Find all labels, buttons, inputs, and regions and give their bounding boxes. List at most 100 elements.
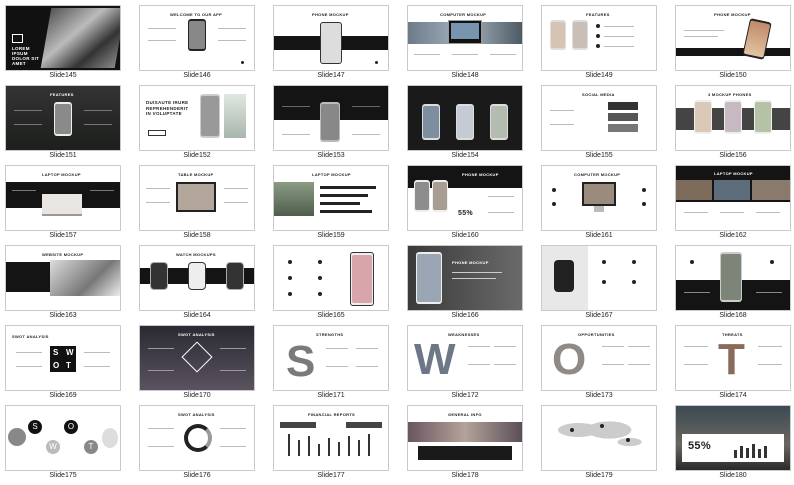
swot-circle-t: T — [84, 440, 98, 454]
slide-preview: COMPUTER MOCKUP — [541, 165, 657, 231]
slide-thumbnail[interactable]: 55% Slide180 — [675, 405, 791, 485]
slide-thumbnail[interactable]: COMPUTER MOCKUP Slide161 — [541, 165, 657, 245]
slide-label: Slide156 — [719, 152, 747, 159]
slide-title: SWOT ANALYSIS — [12, 334, 49, 339]
slide-preview: SWOT ANALYSIS — [139, 405, 255, 471]
slide-thumbnail[interactable]: PHONE MOCKUP Slide150 — [675, 5, 791, 85]
slide-thumbnail[interactable]: SWOT ANALYSIS S W O T Slide169 — [5, 325, 121, 405]
slide-thumbnail[interactable]: WELCOME TO OUR APP Slide146 — [139, 5, 255, 85]
swot-circle-w: W — [46, 440, 60, 454]
slide-thumbnail[interactable]: WEAKNESSES W Slide172 — [407, 325, 523, 405]
slide-thumbnail[interactable]: PHONE MOCKUP 55% Slide160 — [407, 165, 523, 245]
slide-thumbnail[interactable]: GENERAL INFO Slide178 — [407, 405, 523, 485]
slide-label: Slide164 — [183, 312, 211, 319]
slide-preview: LAPTOP MOCKUP — [273, 165, 389, 231]
slide-label: Slide177 — [317, 472, 345, 479]
slide-thumbnail[interactable]: STRENGTHS S Slide171 — [273, 325, 389, 405]
slide-label: Slide149 — [585, 72, 613, 79]
slide-preview: SWOT ANALYSIS — [139, 325, 255, 391]
slide-title: PHONE MOCKUP — [452, 260, 489, 265]
slide-title: SOCIAL MEDIA — [582, 92, 615, 97]
swot-w: W — [66, 348, 74, 357]
slide-thumbnail[interactable]: DUISAUTE IRURE REPREHENDERIT IN VOLUPTAT… — [139, 85, 255, 165]
slide-label: Slide151 — [49, 152, 77, 159]
slide-thumbnail[interactable]: SWOT ANALYSIS Slide170 — [139, 325, 255, 405]
slide-preview: SOCIAL MEDIA — [541, 85, 657, 151]
slide-title: SWOT ANALYSIS — [178, 412, 215, 417]
slide-thumbnail[interactable]: Slide154 — [407, 85, 523, 165]
slide-label: Slide179 — [585, 472, 613, 479]
slide-title: TABLE MOCKUP — [178, 172, 214, 177]
slide-label: Slide158 — [183, 232, 211, 239]
slide-title: FINANCIAL REPORTS — [308, 412, 356, 417]
slide-preview: TABLE MOCKUP — [139, 165, 255, 231]
slide-thumbnail[interactable]: SWOT ANALYSIS Slide176 — [139, 405, 255, 485]
slide-thumbnail[interactable]: FEATURES Slide151 — [5, 85, 121, 165]
slide-thumbnail[interactable]: Slide179 — [541, 405, 657, 485]
slide-preview: COMPUTER MOCKUP — [407, 5, 523, 71]
slide-title: LAPTOP MOCKUP — [312, 172, 351, 177]
slide-label: Slide172 — [451, 392, 479, 399]
slide-label: Slide166 — [451, 312, 479, 319]
slide-thumbnail[interactable]: LAPTOP MOCKUP Slide162 — [675, 165, 791, 245]
slide-thumbnail[interactable]: LAPTOP MOCKUP Slide157 — [5, 165, 121, 245]
slide-thumbnail[interactable]: COMPUTER MOCKUP Slide148 — [407, 5, 523, 85]
slide-thumbnail[interactable]: WEBSITE MOCKUP Slide163 — [5, 245, 121, 325]
slide-preview: LAPTOP MOCKUP — [675, 165, 791, 231]
slide-title: LOREM IPSUM DOLOR SIT AMET — [12, 46, 40, 66]
slide-label: Slide178 — [451, 472, 479, 479]
slide-thumbnail[interactable]: LOREM IPSUM DOLOR SIT AMET Slide145 — [5, 5, 121, 85]
slide-preview: OPPORTUNITIES O — [541, 325, 657, 391]
slide-thumbnail[interactable]: 3 MOCKUP PHONES Slide156 — [675, 85, 791, 165]
slide-preview: THREATS T — [675, 325, 791, 391]
big-letter-t: T — [718, 335, 745, 384]
slide-preview: WATCH MOCKUPS — [139, 245, 255, 311]
slide-title: STRENGTHS — [316, 332, 344, 337]
slide-label: Slide162 — [719, 232, 747, 239]
slide-thumbnail[interactable]: PHONE MOCKUP Slide166 — [407, 245, 523, 325]
slide-preview: 55% — [675, 405, 791, 471]
slide-preview — [675, 245, 791, 311]
swot-circle-o: O — [64, 420, 78, 434]
slide-preview: DUISAUTE IRURE REPREHENDERIT IN VOLUPTAT… — [139, 85, 255, 151]
slide-thumbnail[interactable]: Slide165 — [273, 245, 389, 325]
slide-title: COMPUTER MOCKUP — [574, 172, 621, 177]
slide-preview: WEAKNESSES W — [407, 325, 523, 391]
slide-thumbnail[interactable]: S O W T Slide175 — [5, 405, 121, 485]
slide-thumbnail[interactable]: LAPTOP MOCKUP Slide159 — [273, 165, 389, 245]
slide-thumbnail[interactable]: Slide168 — [675, 245, 791, 325]
slide-preview: PHONE MOCKUP — [407, 245, 523, 311]
slide-thumbnail[interactable]: WATCH MOCKUPS Slide164 — [139, 245, 255, 325]
slide-label: Slide146 — [183, 72, 211, 79]
slide-preview: FEATURES — [541, 5, 657, 71]
slide-label: Slide150 — [719, 72, 747, 79]
slide-thumbnail[interactable]: THREATS T Slide174 — [675, 325, 791, 405]
slide-thumbnail[interactable]: Slide167 — [541, 245, 657, 325]
slide-label: Slide176 — [183, 472, 211, 479]
slide-thumbnail[interactable]: FINANCIAL REPORTS Slide177 — [273, 405, 389, 485]
slide-preview: LOREM IPSUM DOLOR SIT AMET — [5, 5, 121, 71]
slide-thumbnail[interactable]: Slide153 — [273, 85, 389, 165]
chat-icon — [12, 34, 23, 43]
slide-thumbnail[interactable]: SOCIAL MEDIA Slide155 — [541, 85, 657, 165]
slide-label: Slide145 — [49, 72, 77, 79]
slide-label: Slide180 — [719, 472, 747, 479]
slide-preview: WELCOME TO OUR APP — [139, 5, 255, 71]
slide-label: Slide152 — [183, 152, 211, 159]
slide-title: FEATURES — [50, 92, 74, 97]
slide-thumbnail[interactable]: FEATURES Slide149 — [541, 5, 657, 85]
slide-preview: S O W T — [5, 405, 121, 471]
slide-preview: PHONE MOCKUP — [675, 5, 791, 71]
slide-label: Slide157 — [49, 232, 77, 239]
slide-preview: FEATURES — [5, 85, 121, 151]
swot-o: O — [53, 361, 60, 370]
slide-thumbnail[interactable]: PHONE MOCKUP Slide147 — [273, 5, 389, 85]
slide-thumbnail[interactable]: OPPORTUNITIES O Slide173 — [541, 325, 657, 405]
slide-preview: GENERAL INFO — [407, 405, 523, 471]
slide-label: Slide153 — [317, 152, 345, 159]
slide-preview: PHONE MOCKUP — [273, 5, 389, 71]
slide-preview: STRENGTHS S — [273, 325, 389, 391]
slide-preview — [407, 85, 523, 151]
slide-preview: PHONE MOCKUP 55% — [407, 165, 523, 231]
slide-thumbnail[interactable]: TABLE MOCKUP Slide158 — [139, 165, 255, 245]
